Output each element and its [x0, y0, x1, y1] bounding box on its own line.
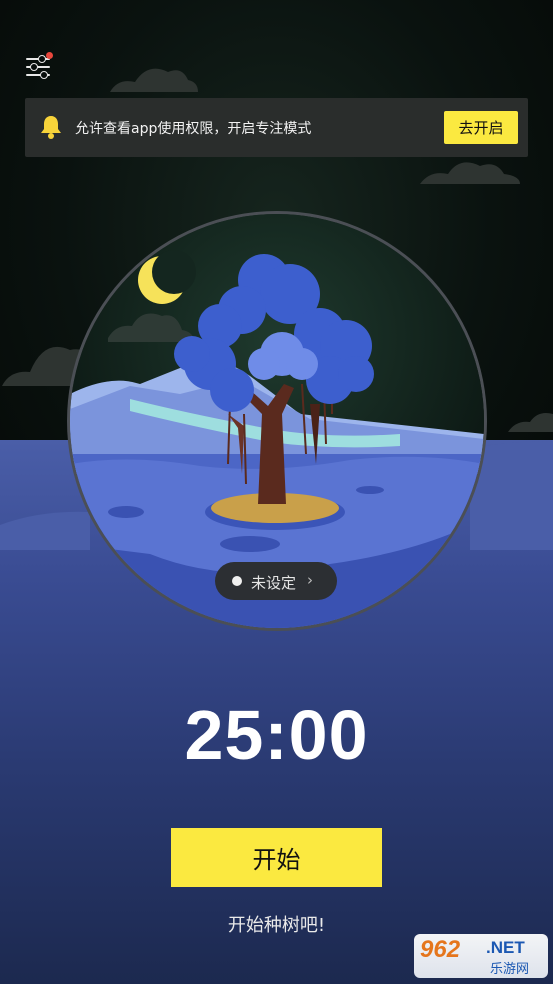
permission-banner: 允许查看app使用权限，开启专注模式 去开启	[25, 98, 528, 157]
watermark-site: 乐游网	[490, 962, 530, 977]
countdown-timer[interactable]: 25:00	[0, 695, 553, 775]
chevron-right-icon: ›	[307, 571, 313, 589]
menu-settings-icon[interactable]	[24, 52, 54, 80]
tag-selector[interactable]: 未设定 ›	[215, 562, 337, 600]
watermark-number: 962	[420, 936, 461, 963]
notification-dot	[46, 52, 53, 59]
enable-permission-button[interactable]: 去开启	[444, 111, 518, 144]
bell-icon	[39, 114, 63, 144]
tag-color-dot	[232, 576, 242, 586]
watermark-suffix: .NET	[486, 938, 525, 957]
banner-text: 允许查看app使用权限，开启专注模式	[75, 121, 312, 137]
start-button[interactable]: 开始	[171, 828, 382, 887]
site-watermark-logo: 962 .NET 乐游网	[414, 934, 548, 978]
tag-label: 未设定	[251, 574, 297, 592]
